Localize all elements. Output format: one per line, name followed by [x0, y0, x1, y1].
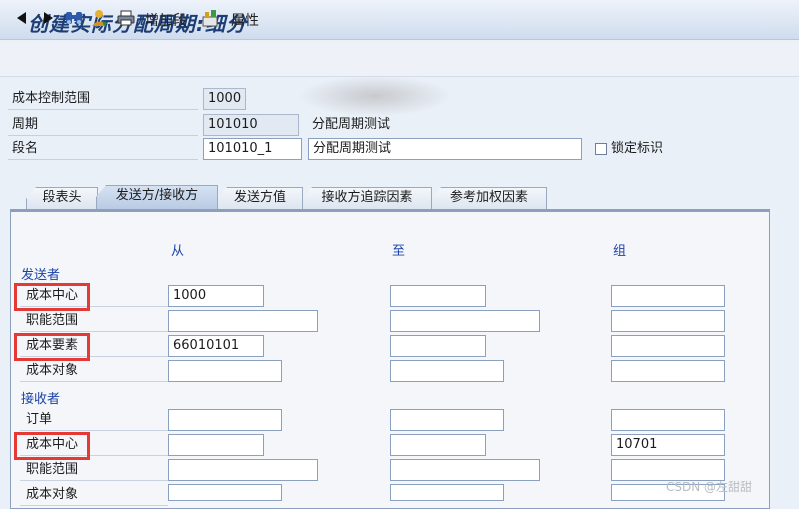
sender-cost-object-group-input[interactable]	[611, 360, 725, 382]
lock-indicator-checkbox[interactable]	[595, 143, 607, 155]
period-field: 101010	[203, 114, 299, 136]
sender-cost-center-from-input[interactable]: 1000	[168, 285, 264, 307]
toolbar	[0, 41, 799, 77]
binoculars-icon[interactable]	[64, 9, 84, 27]
sender-cost-center-to-input[interactable]	[390, 285, 486, 307]
receiver-row-label-cost-object: 成本对象	[20, 484, 168, 506]
cost-area-label: 成本控制范围	[8, 88, 198, 110]
sender-row-label-functional-area: 职能范围	[20, 310, 168, 332]
period-description: 分配周期测试	[312, 117, 391, 132]
sender-functional-area-to-input[interactable]	[390, 310, 540, 332]
sender-cost-object-to-input[interactable]	[390, 360, 504, 382]
column-header-to: 至	[392, 244, 406, 259]
tab-sender-receiver[interactable]: 发送方/接收方	[96, 185, 218, 209]
lock-indicator-label: 锁定标识	[611, 141, 664, 156]
receiver-order-to-input[interactable]	[390, 409, 504, 431]
sender-functional-area-from-input[interactable]	[168, 310, 318, 332]
highlight-box	[14, 432, 90, 460]
sender-cost-center-group-input[interactable]	[611, 285, 725, 307]
receiver-cost-center-to-input[interactable]	[390, 434, 486, 456]
sender-cost-element-from-input[interactable]: 66010101	[168, 335, 264, 357]
tab-sender-values[interactable]: 发送方值	[217, 187, 303, 209]
column-header-from: 从	[171, 244, 185, 259]
attributes-icon[interactable]	[200, 9, 220, 27]
highlight-box	[14, 283, 90, 311]
print-icon[interactable]	[116, 9, 136, 27]
sender-heading: 发送者	[21, 268, 61, 283]
sender-row-label-cost-object: 成本对象	[20, 360, 168, 382]
redacted-area	[300, 76, 450, 116]
receiver-functional-area-from-input[interactable]	[168, 459, 318, 481]
period-label: 周期	[8, 114, 198, 136]
sender-functional-area-group-input[interactable]	[611, 310, 725, 332]
receiver-cost-center-from-input[interactable]	[168, 434, 264, 456]
receiver-row-label-functional-area: 职能范围	[20, 459, 168, 481]
person-icon[interactable]	[90, 9, 110, 27]
highlight-box	[14, 333, 90, 361]
forward-arrow-icon[interactable]	[42, 9, 54, 27]
tab-segment-header[interactable]: 段表头	[26, 187, 98, 209]
attributes-button[interactable]: 属性	[231, 10, 259, 30]
receiver-order-from-input[interactable]	[168, 409, 282, 431]
add-segment-button[interactable]: 增加段	[145, 10, 187, 30]
tab-receiver-tracing-factor[interactable]: 接收方追踪因素	[302, 187, 432, 209]
sender-cost-element-group-input[interactable]	[611, 335, 725, 357]
sender-cost-element-to-input[interactable]	[390, 335, 486, 357]
back-arrow-icon[interactable]	[16, 9, 28, 27]
receiver-cost-center-group-input[interactable]: 10701	[611, 434, 725, 456]
receiver-cost-object-from-input[interactable]	[168, 484, 282, 501]
segment-description-input[interactable]: 分配周期测试	[308, 138, 582, 160]
segment-label: 段名	[8, 138, 198, 160]
receiver-row-label-order: 订单	[20, 409, 168, 431]
receiver-cost-object-to-input[interactable]	[390, 484, 504, 501]
receiver-heading: 接收者	[21, 392, 61, 407]
tab-reference-weighting-factor[interactable]: 参考加权因素	[431, 187, 547, 209]
receiver-order-group-input[interactable]	[611, 409, 725, 431]
sender-cost-object-from-input[interactable]	[168, 360, 282, 382]
watermark: CSDN @左甜甜	[666, 480, 753, 494]
cost-area-field: 1000	[203, 88, 246, 110]
column-header-group: 组	[613, 244, 627, 259]
segment-name-input[interactable]: 101010_1	[203, 138, 302, 160]
receiver-functional-area-to-input[interactable]	[390, 459, 540, 481]
